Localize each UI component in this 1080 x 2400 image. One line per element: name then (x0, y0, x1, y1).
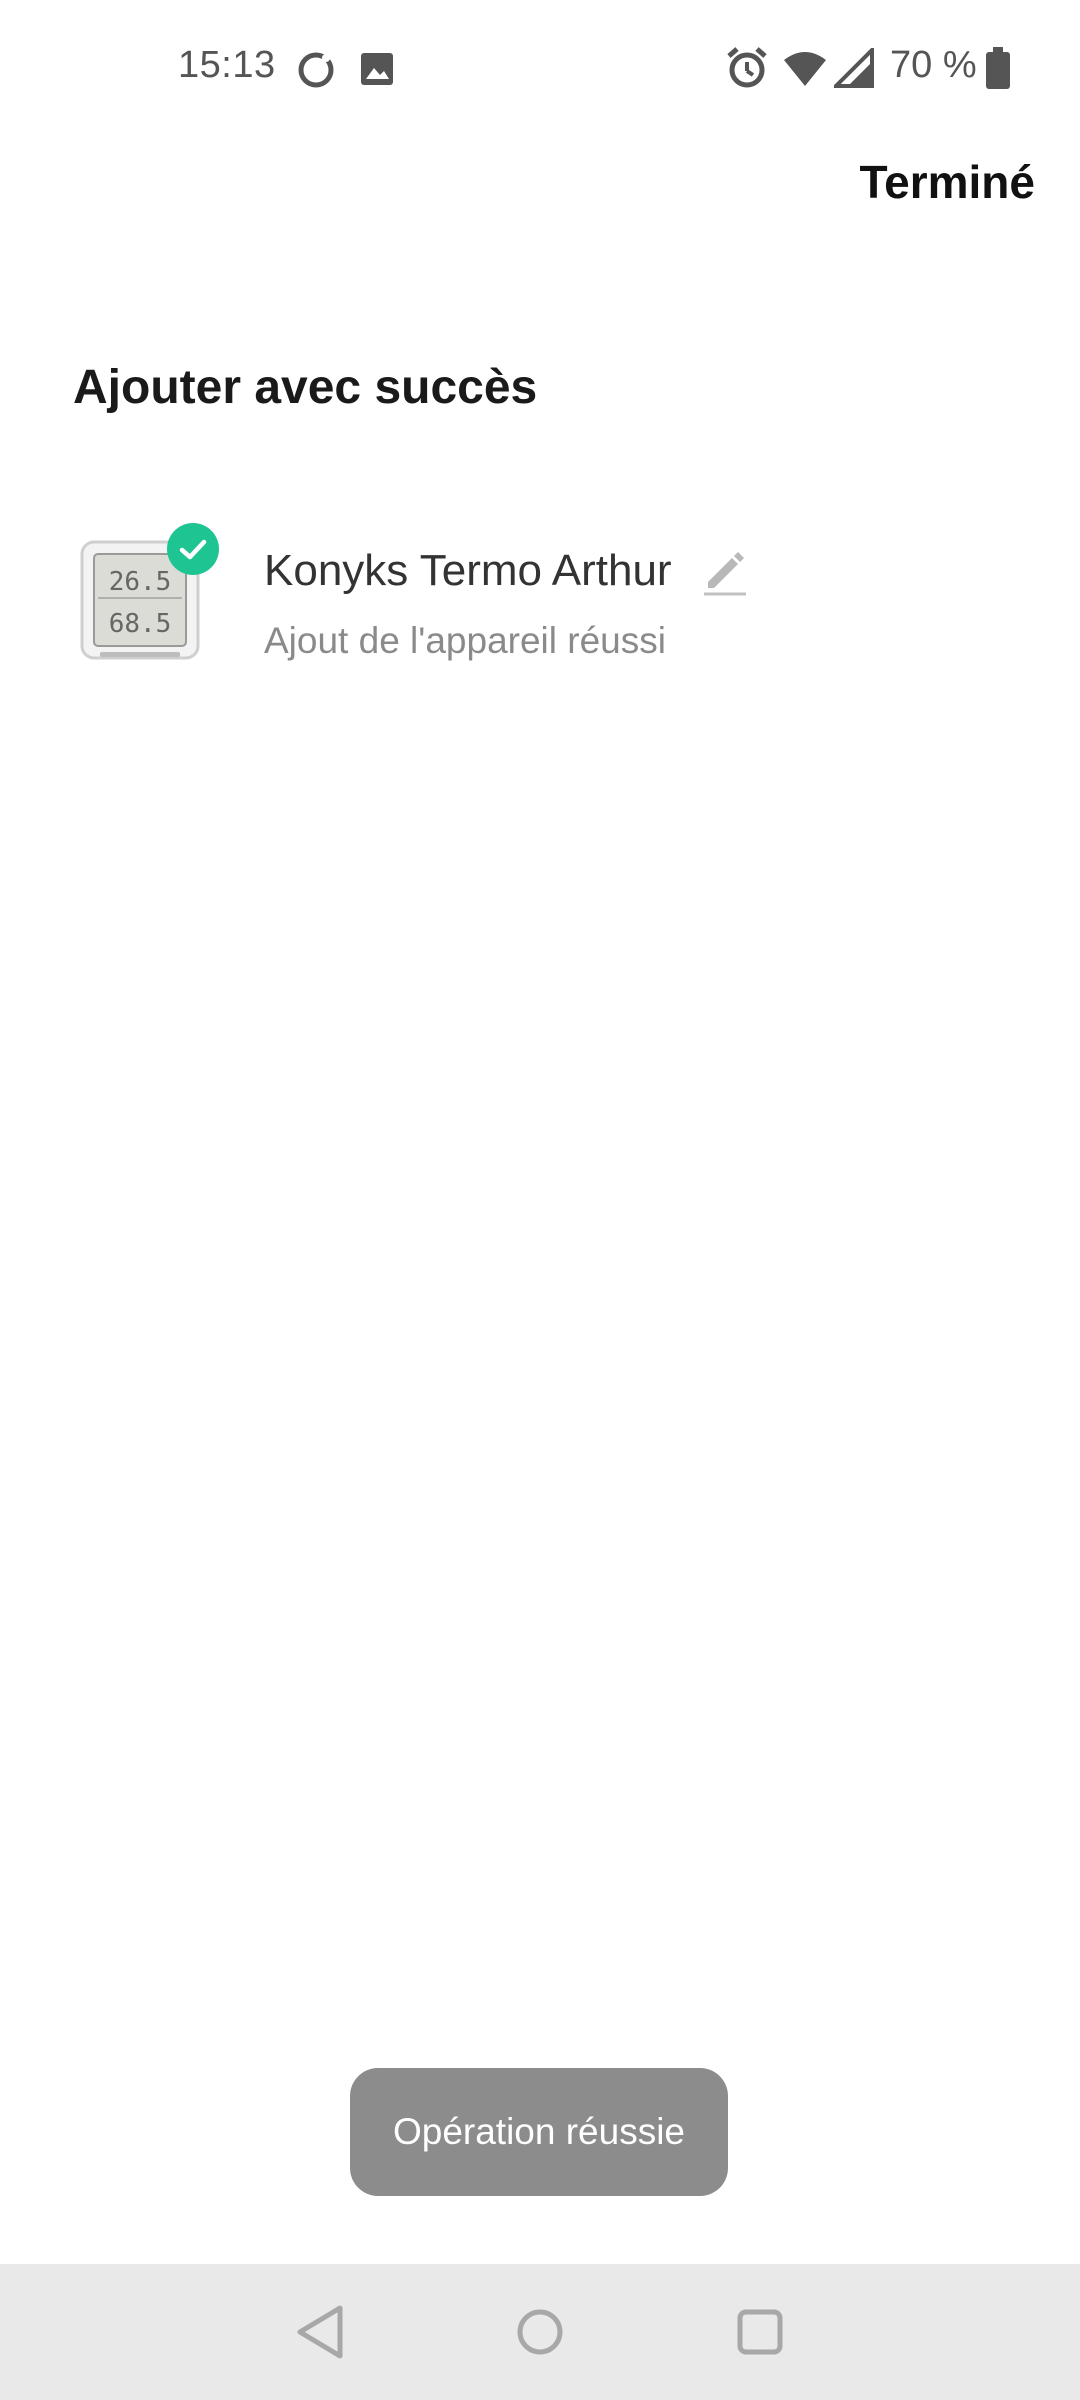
image-notification-icon (361, 53, 393, 85)
battery-icon (986, 47, 1010, 89)
device-list-item[interactable]: 26.5 68.5 Konyks Termo Arthur Ajout de l… (0, 520, 1080, 680)
home-icon[interactable] (502, 2294, 578, 2370)
success-check-icon (167, 523, 219, 575)
status-bar: 15:13 70 % (0, 0, 1080, 140)
edit-pencil-icon[interactable] (700, 546, 750, 596)
device-screen-temp: 26.5 (109, 567, 172, 597)
recents-icon[interactable] (722, 2294, 798, 2370)
cell-signal-icon (834, 48, 874, 88)
wifi-icon (784, 52, 826, 86)
back-icon[interactable] (284, 2294, 360, 2370)
device-name: Konyks Termo Arthur (264, 546, 672, 595)
done-button[interactable]: Terminé (859, 155, 1035, 209)
status-time: 15:13 (178, 44, 276, 86)
alarm-icon (727, 47, 767, 88)
assistant-circle-icon (298, 52, 334, 88)
toast-message: Opération réussie (392, 2111, 686, 2152)
page-title: Ajouter avec succès (73, 361, 538, 414)
device-screen-humidity: 68.5 (109, 609, 172, 639)
toast-notification: Opération réussie (350, 2068, 728, 2196)
navigation-bar (0, 2264, 1080, 2400)
battery-percentage: 70 % (890, 44, 977, 86)
device-status: Ajout de l'appareil réussi (264, 620, 666, 661)
